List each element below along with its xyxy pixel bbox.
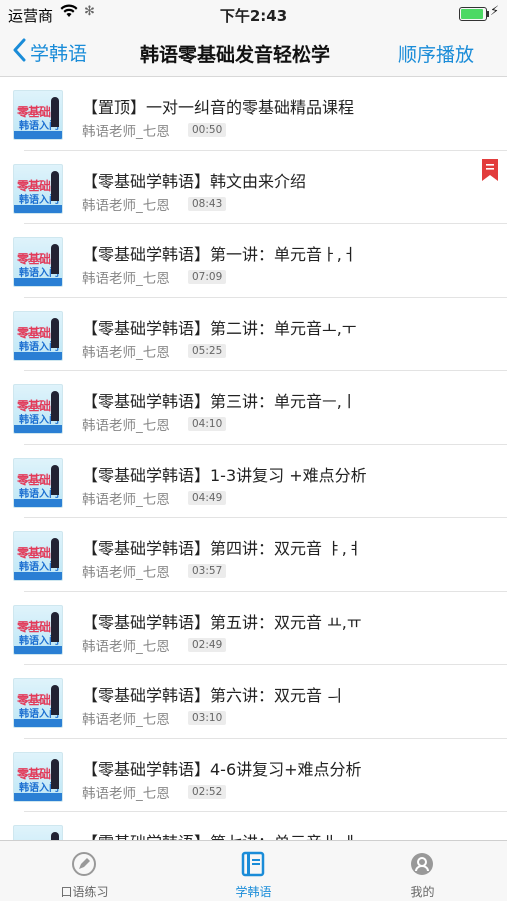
tab-mine[interactable]: 我的 [338, 841, 507, 901]
status-bar: 运营商 ✻ 下午2:43 ⚡ [0, 0, 507, 28]
lesson-row[interactable]: 零基础 韩语入门 【零基础学韩语】1-3讲复习 +难点分析 韩语老师_七恩 04… [0, 445, 507, 518]
lesson-author: 韩语老师_七恩 [82, 565, 170, 581]
lesson-thumbnail: 零基础 韩语入门 [13, 678, 63, 728]
thumbnail-stripe [14, 572, 62, 580]
bookmark-icon[interactable] [482, 158, 498, 181]
back-label: 学韩语 [30, 42, 88, 65]
lesson-row[interactable]: 零基础 韩语入门 【零基础学韩语】第四讲：双元音 ㅑ,ㅕ 韩语老师_七恩 03:… [0, 518, 507, 592]
lesson-duration: 04:49 [188, 490, 227, 505]
lesson-title: 【零基础学韩语】第三讲：单元音ㅡ,ㅣ [82, 392, 357, 411]
lesson-author: 韩语老师_七恩 [82, 491, 170, 508]
tab-label: 我的 [410, 885, 435, 899]
thumbnail-figure [51, 317, 59, 348]
thumbnail-stripe [14, 498, 62, 507]
lesson-duration: 07:09 [188, 270, 227, 284]
lesson-title: 【零基础学韩语】第七讲：单元音ㅐ,ㅔ [82, 829, 357, 840]
lesson-thumbnail: 零基础 韩语入门 [13, 384, 63, 434]
battery-icon [459, 7, 489, 21]
thumbnail-stripe [14, 204, 62, 213]
lesson-row[interactable]: 零基础 韩语入门 【零基础学韩语】第二讲：单元音ㅗ,ㅜ 韩语老师_七恩 05:2… [0, 298, 507, 371]
thumbnail-figure [51, 611, 59, 642]
user-icon [408, 851, 436, 877]
lesson-thumbnail: 零基础 韩语入门 [13, 237, 63, 287]
lesson-duration: 02:52 [188, 784, 227, 799]
thumbnail-figure [51, 758, 59, 789]
lesson-thumbnail: 零基础 韩语入门 [13, 604, 63, 655]
tab-label: 学韩语 [235, 885, 272, 899]
lesson-row[interactable]: 零基础 韩语入门 【零基础学韩语】第一讲：单元音ㅏ,ㅓ 韩语老师_七恩 07:0… [0, 224, 507, 298]
lesson-author: 韩语老师_七恩 [82, 785, 170, 802]
lesson-author: 韩语老师_七恩 [82, 418, 170, 434]
lesson-title: 【零基础学韩语】第一讲：单元音ㅏ,ㅓ [82, 245, 357, 264]
lesson-row[interactable]: 零基础 韩语入门 【零基础学韩语】韩文由来介绍 韩语老师_七恩 08:43 [0, 151, 507, 224]
tab-label: 口语练习 [60, 885, 109, 899]
thumbnail-figure [51, 832, 59, 840]
thumbnail-stripe [14, 719, 62, 727]
lesson-row[interactable]: 零基础 韩语入门 【零基础学韩语】4-6讲复习+难点分析 韩语老师_七恩 02:… [0, 739, 507, 812]
lesson-row[interactable]: 零基础 韩语入门 【置顶】一对一纠音的零基础精品课程 韩语老师_七恩 00:50 [0, 77, 507, 151]
lesson-thumbnail: 零基础 韩语入门 [13, 825, 63, 840]
lesson-author: 韩语老师_七恩 [82, 712, 170, 728]
lesson-author: 韩语老师_七恩 [82, 638, 170, 655]
lesson-thumbnail: 零基础 韩语入门 [13, 457, 63, 508]
tab-speaking-practice[interactable]: 口语练习 [0, 841, 169, 901]
lesson-thumbnail: 零基础 韩语入门 [13, 163, 63, 214]
lesson-thumbnail: 零基础 韩语入门 [13, 90, 63, 140]
lesson-duration: 08:43 [188, 196, 227, 211]
thumbnail-stripe [14, 425, 62, 433]
lesson-title: 【零基础学韩语】4-6讲复习+难点分析 [82, 759, 362, 779]
pencil-icon [70, 851, 98, 877]
lesson-row[interactable]: 零基础 韩语入门 【零基础学韩语】第六讲：双元音 ㅢ 韩语老师_七恩 03:10 [0, 665, 507, 739]
lesson-row[interactable]: 零基础 韩语入门 【零基础学韩语】第五讲：双元音 ㅛ,ㅠ 韩语老师_七恩 02:… [0, 592, 507, 665]
thumbnail-figure [51, 538, 59, 568]
thumbnail-figure [51, 391, 59, 421]
tab-learn-korean[interactable]: 学韩语 [169, 841, 338, 901]
charging-icon: ⚡ [490, 4, 500, 19]
navigation-bar: 学韩语 韩语零基础发音轻松学 顺序播放 [0, 28, 507, 77]
lesson-title: 【零基础学韩语】第二讲：单元音ㅗ,ㅜ [82, 318, 357, 338]
lesson-author: 韩语老师_七恩 [82, 124, 170, 140]
thumbnail-stripe [14, 792, 62, 801]
thumbnail-figure [51, 170, 59, 201]
lesson-title: 【零基础学韩语】第五讲：双元音 ㅛ,ㅠ [82, 612, 362, 632]
status-time: 下午2:43 [219, 7, 288, 25]
thumbnail-figure [51, 244, 59, 274]
back-button[interactable]: 学韩语 [12, 36, 87, 68]
lesson-author: 韩语老师_七恩 [82, 271, 170, 287]
thumbnail-stripe [14, 351, 62, 360]
tab-bar: 口语练习 学韩语 我的 [0, 840, 507, 901]
lesson-title: 【零基础学韩语】第四讲：双元音 ㅑ,ㅕ [82, 539, 362, 558]
lesson-duration: 04:10 [188, 417, 227, 431]
lesson-thumbnail: 零基础 韩语入门 [13, 310, 63, 361]
lesson-duration: 03:57 [188, 564, 227, 578]
thumbnail-figure [51, 464, 59, 495]
lesson-thumbnail: 零基础 韩语入门 [13, 531, 63, 581]
lesson-title: 【零基础学韩语】第六讲：双元音 ㅢ [82, 686, 342, 705]
lesson-duration: 00:50 [188, 123, 227, 137]
lesson-title: 【零基础学韩语】1-3讲复习 +难点分析 [82, 465, 367, 485]
lesson-thumbnail: 零基础 韩语入门 [13, 751, 63, 802]
lesson-list[interactable]: 零基础 韩语入门 【置顶】一对一纠音的零基础精品课程 韩语老师_七恩 00:50… [0, 77, 507, 840]
lesson-duration: 03:10 [188, 711, 227, 725]
page-title: 韩语零基础发音轻松学 [140, 44, 331, 66]
lesson-author: 韩语老师_七恩 [82, 344, 170, 361]
thumbnail-stripe [14, 131, 62, 139]
thumbnail-stripe [14, 645, 62, 654]
lesson-duration: 02:49 [188, 637, 227, 652]
lesson-row[interactable]: 零基础 韩语入门 【零基础学韩语】第三讲：单元音ㅡ,ㅣ 韩语老师_七恩 04:1… [0, 371, 507, 445]
sequential-play-button[interactable]: 顺序播放 [398, 40, 474, 67]
thumbnail-figure [51, 685, 59, 715]
lesson-duration: 05:25 [188, 343, 227, 358]
lesson-title: 【零基础学韩语】韩文由来介绍 [82, 171, 307, 191]
lesson-title: 【置顶】一对一纠音的零基础精品课程 [82, 98, 355, 117]
thumbnail-figure [51, 97, 59, 127]
book-icon [239, 851, 267, 877]
lesson-row[interactable]: 零基础 韩语入门 【零基础学韩语】第七讲：单元音ㅐ,ㅔ 韩语老师_七恩 [0, 812, 507, 840]
lesson-author: 韩语老师_七恩 [82, 197, 170, 214]
thumbnail-stripe [14, 278, 62, 286]
chevron-left-icon [12, 38, 26, 67]
